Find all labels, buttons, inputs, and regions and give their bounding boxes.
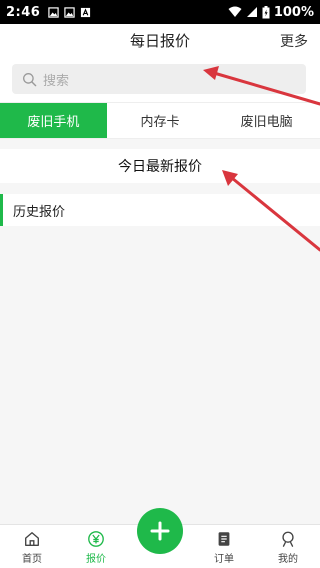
text-icon — [81, 7, 91, 17]
home-icon — [25, 532, 39, 546]
status-right: 100% — [228, 5, 314, 20]
plus-icon — [150, 521, 170, 541]
image-icon — [64, 6, 76, 18]
today-price-heading: 今日最新报价 — [0, 149, 320, 183]
category-tabs: 废旧手机 内存卡 废旧电脑 — [0, 102, 320, 139]
tab-used-phones[interactable]: 废旧手机 — [0, 103, 107, 138]
status-bar: 2:46 100% — [0, 0, 320, 24]
wifi-icon — [228, 6, 242, 17]
yen-icon — [88, 531, 104, 547]
nav-quote-label: 报价 — [86, 554, 106, 565]
nav-home[interactable]: 首页 — [0, 525, 64, 568]
signal-icon — [246, 7, 257, 17]
tab-used-computers[interactable]: 废旧电脑 — [213, 103, 320, 138]
nav-home-label: 首页 — [22, 554, 42, 565]
search-placeholder: 搜索 — [43, 73, 70, 89]
nav-orders-label: 订单 — [214, 554, 234, 565]
user-icon — [282, 531, 294, 547]
document-icon — [218, 532, 230, 546]
battery-icon — [262, 5, 270, 18]
status-time: 2:46 — [6, 4, 41, 20]
image-icon — [48, 6, 60, 18]
app-header: 每日报价 更多 — [0, 24, 320, 56]
page-title: 每日报价 — [129, 31, 190, 50]
search-input[interactable]: 搜索 — [12, 64, 306, 94]
nav-orders[interactable]: 订单 — [192, 525, 256, 568]
search-area: 搜索 — [0, 56, 320, 102]
history-price-link[interactable]: 历史报价 — [0, 194, 320, 226]
more-link[interactable]: 更多 — [280, 31, 308, 51]
battery-percent: 100% — [273, 4, 314, 20]
nav-mine[interactable]: 我的 — [256, 525, 320, 568]
tab-memory-cards[interactable]: 内存卡 — [107, 103, 214, 138]
search-icon — [23, 72, 37, 86]
add-button[interactable] — [137, 508, 183, 554]
nav-quote[interactable]: 报价 — [64, 525, 128, 568]
nav-mine-label: 我的 — [278, 554, 298, 565]
